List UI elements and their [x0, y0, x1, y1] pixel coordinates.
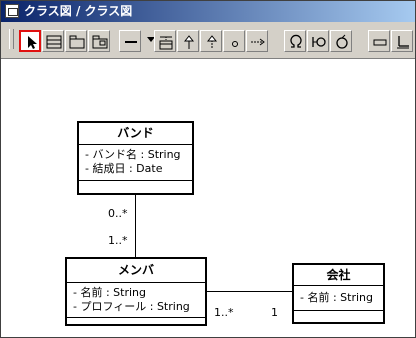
class-operations	[294, 311, 383, 320]
window-title: クラス図 / クラス図	[24, 4, 133, 18]
class-attributes: - バンド名 : String - 結成日 : Date	[79, 145, 192, 181]
toolbar-grip[interactable]	[9, 29, 14, 49]
dependency-tool-button[interactable]	[246, 30, 268, 52]
attribute: - 名前 : String	[73, 286, 146, 299]
multiplicity-label: 1..*	[214, 306, 234, 319]
package-tool-button[interactable]	[65, 30, 87, 52]
diagram-toolbar	[1, 22, 415, 59]
class-company[interactable]: 会社 - 名前 : String	[292, 263, 385, 324]
note-icon	[373, 39, 387, 46]
class-operations	[67, 318, 205, 324]
realization-tool-button[interactable]	[200, 30, 222, 52]
anchor-icon	[397, 36, 409, 49]
omega-icon	[290, 34, 302, 48]
association-line-icon	[125, 41, 137, 43]
socket-icon	[312, 37, 326, 47]
select-tool-button[interactable]	[19, 30, 41, 52]
realization-arrow-icon	[206, 35, 218, 49]
class-attributes: - 名前 : String	[294, 286, 383, 311]
interface-circle-icon	[232, 41, 238, 47]
multiplicity-label: 1	[271, 306, 278, 319]
attribute: - プロフィール : String	[73, 300, 190, 313]
multiplicity-label: 1..*	[108, 234, 128, 247]
class-attributes: - 名前 : String - プロフィール : String	[67, 283, 205, 318]
class-name: 会社	[294, 265, 383, 286]
interface-tool-button[interactable]	[223, 30, 245, 52]
multiplicity-label: 0..*	[108, 207, 128, 220]
self-association-tool-button[interactable]	[330, 30, 352, 52]
class-name: バンド	[79, 123, 192, 145]
required-interface-tool-button[interactable]	[307, 30, 329, 52]
class-band[interactable]: バンド - バンド名 : String - 結成日 : Date	[77, 121, 194, 195]
class-member[interactable]: メンバ - 名前 : String - プロフィール : String	[65, 257, 207, 326]
generalization-arrow-icon	[183, 35, 195, 49]
attribute: - 名前 : String	[300, 291, 373, 304]
class-name: メンバ	[67, 259, 205, 283]
lollipop-tool-button[interactable]	[284, 30, 306, 52]
subsystem-tool-button[interactable]	[88, 30, 110, 52]
association-tool-button[interactable]	[119, 30, 141, 52]
dependency-arrow-icon	[251, 38, 265, 46]
subsystem-icon	[92, 35, 108, 49]
class-tool-button[interactable]	[42, 30, 64, 52]
attribute: - 結成日 : Date	[85, 162, 163, 175]
class-box-icon	[46, 35, 62, 49]
pointer-icon	[28, 36, 37, 49]
member-company-association-line[interactable]	[206, 291, 293, 292]
diagram-canvas[interactable]: バンド - バンド名 : String - 結成日 : Date メンバ - 名…	[4, 59, 411, 335]
association-class-tool-button[interactable]	[154, 30, 176, 52]
band-member-association-line[interactable]	[135, 194, 136, 257]
class-diagram-window: クラス図 / クラス図 バンド - バンド名: String - 結成日: …	[0, 0, 416, 338]
title-bar[interactable]: クラス図 / クラス図	[1, 1, 415, 22]
note-tool-button[interactable]	[368, 30, 390, 52]
association-class-icon	[159, 36, 173, 50]
package-icon	[69, 35, 85, 49]
class-diagram-icon	[5, 4, 19, 18]
anchor-tool-button[interactable]	[391, 30, 413, 52]
self-loop-icon	[336, 34, 348, 49]
class-operations	[79, 181, 192, 189]
generalization-tool-button[interactable]	[177, 30, 199, 52]
attribute: - バンド名 : String	[85, 148, 181, 161]
